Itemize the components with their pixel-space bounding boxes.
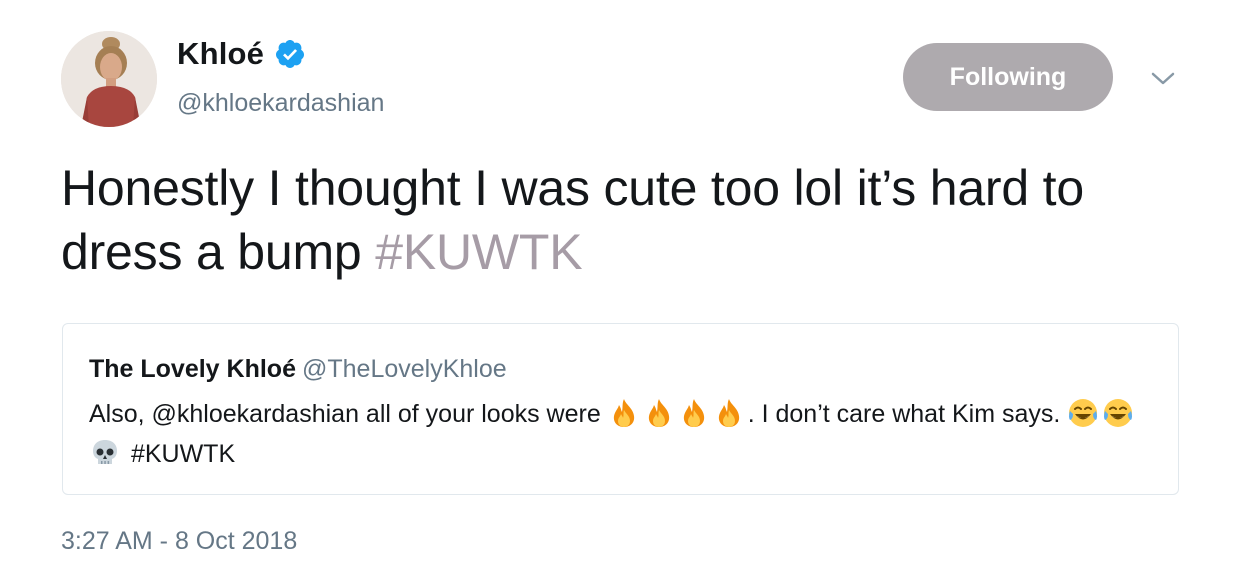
following-button[interactable]: Following xyxy=(903,43,1113,111)
quote-display-name: The Lovely Khloé xyxy=(89,355,296,383)
quoted-tweet-card[interactable]: The Lovely Khloé @TheLovelyKhloe Also, @k… xyxy=(62,323,1179,495)
skull-icon xyxy=(93,440,117,464)
quote-text-part1: Also, @khloekardashian all of your looks… xyxy=(89,400,608,428)
tweet-text: Honestly I thought I was cute too lol it… xyxy=(61,156,1201,284)
quote-text-part2: . I don’t care what Kim says. xyxy=(747,400,1068,428)
fire-icon xyxy=(613,399,634,427)
quote-text: Also, @khloekardashian all of your looks… xyxy=(89,394,1149,474)
quote-header: The Lovely Khloé @TheLovelyKhloe xyxy=(89,355,507,384)
fire-icon xyxy=(683,399,704,427)
verified-badge-icon xyxy=(276,40,305,68)
chevron-down-icon[interactable] xyxy=(1148,66,1178,90)
fire-icon xyxy=(718,399,739,427)
author-handle[interactable]: @khloekardashian xyxy=(177,89,384,118)
display-name-text: Khloé xyxy=(177,36,265,71)
tears-of-joy-icon xyxy=(1104,399,1133,427)
hashtag-link[interactable]: #KUWTK xyxy=(375,224,582,280)
tears-of-joy-icon xyxy=(1069,399,1098,427)
emoji-group-fire xyxy=(608,399,748,428)
quote-handle: @TheLovelyKhloe xyxy=(301,355,507,383)
quote-hashtag: #KUWTK xyxy=(130,440,236,468)
fire-icon xyxy=(648,399,669,427)
display-name[interactable]: Khloé xyxy=(177,36,306,72)
avatar[interactable] xyxy=(61,31,157,127)
profile-photo-icon xyxy=(61,31,157,127)
timestamp[interactable]: 3:27 AM - 8 Oct 2018 xyxy=(61,527,297,556)
tweet: Khloé @khloekardashian Following Honestl… xyxy=(0,0,1250,574)
